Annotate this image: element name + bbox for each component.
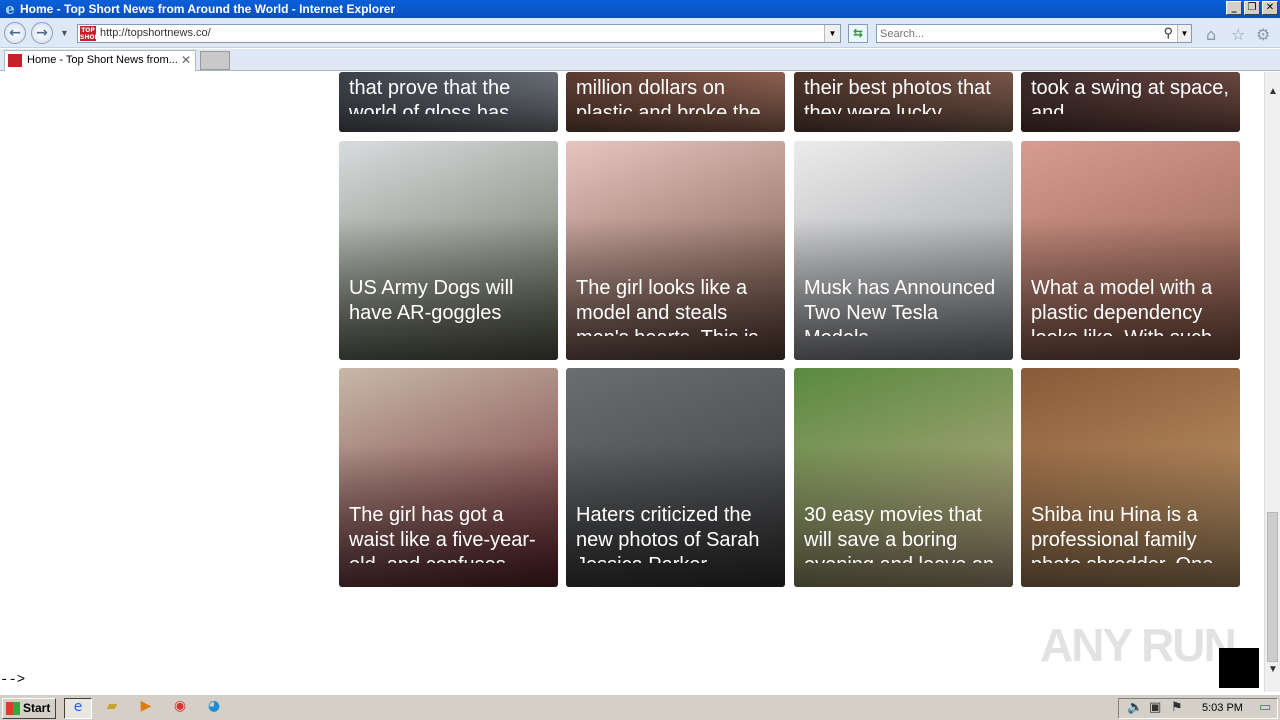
news-card-headline[interactable]: The girl has got a waist like a five-yea… — [349, 503, 550, 563]
tab-label: Home - Top Short News from... — [27, 54, 178, 66]
news-card-headline[interactable]: Haters criticized the new photos of Sara… — [576, 503, 777, 563]
news-card[interactable]: that prove that the world of gloss has — [339, 72, 558, 132]
taskbar-folder-icon[interactable]: ▰ — [98, 698, 126, 719]
forward-button[interactable]: → — [31, 22, 53, 44]
window-title: Home - Top Short News from Around the Wo… — [20, 2, 396, 16]
search-dropdown-icon[interactable]: ▼ — [1177, 25, 1191, 42]
action-center-flag-icon[interactable]: ⚑ — [1171, 700, 1183, 715]
news-card-headline[interactable]: their best photos that they were lucky — [804, 76, 1005, 114]
news-card[interactable]: Haters criticized the new photos of Sara… — [566, 368, 785, 587]
overlay-black-square — [1219, 648, 1259, 688]
news-card-headline[interactable]: US Army Dogs will have AR-goggles — [349, 276, 550, 336]
window-controls: _ ❐ ✕ — [1226, 1, 1278, 15]
page-viewport: that prove that the world of gloss has mi… — [0, 72, 1264, 692]
tab-favicon — [8, 54, 22, 67]
network-icon[interactable]: ▣ — [1149, 700, 1161, 715]
news-card[interactable]: US Army Dogs will have AR-goggles — [339, 141, 558, 360]
refresh-icon[interactable]: ⇆ — [848, 24, 868, 43]
scroll-up-icon[interactable]: ▲ — [1265, 84, 1280, 100]
search-icon[interactable]: ⚲ — [1163, 25, 1173, 41]
search-input[interactable] — [880, 26, 1150, 41]
taskbar: Start e ▰ ▶ ◉ ◕ 🔈 ▣ ⚑ 5:03 PM ▭ — [0, 694, 1280, 720]
windows-logo-icon — [6, 702, 20, 715]
address-dropdown-icon[interactable]: ▼ — [824, 25, 840, 42]
volume-icon[interactable]: 🔈 — [1127, 700, 1143, 715]
tab-strip: Home - Top Short News from... ✕ — [0, 49, 1280, 71]
news-card[interactable]: Musk has Announced Two New Tesla Models — [794, 141, 1013, 360]
news-card-headline[interactable]: Shiba inu Hina is a professional family … — [1031, 503, 1232, 563]
address-bar[interactable]: TOP SHORT http://topshortnews.co/ ▼ — [77, 24, 841, 43]
show-desktop-icon[interactable]: ▭ — [1259, 700, 1271, 715]
start-label: Start — [23, 701, 51, 715]
internet-explorer-icon: e — [5, 0, 15, 18]
taskbar-media-player-icon[interactable]: ▶ — [132, 698, 160, 719]
system-tray: 🔈 ▣ ⚑ 5:03 PM ▭ — [1118, 698, 1278, 719]
search-box[interactable]: ⚲ ▼ — [876, 24, 1192, 43]
news-card[interactable]: Shiba inu Hina is a professional family … — [1021, 368, 1240, 587]
news-card[interactable]: The girl looks like a model and steals m… — [566, 141, 785, 360]
new-tab-button[interactable] — [200, 51, 230, 70]
gear-icon[interactable]: ⚙ — [1256, 25, 1270, 44]
history-dropdown-icon[interactable]: ▼ — [60, 28, 69, 38]
anyrun-watermark: ANY RUN — [1040, 619, 1237, 671]
stray-comment-text: --> — [0, 672, 26, 688]
news-card[interactable]: 30 easy movies that will save a boring e… — [794, 368, 1013, 587]
taskbar-internet-explorer-icon[interactable]: e — [64, 698, 92, 719]
title-bar: e Home - Top Short News from Around the … — [0, 0, 1280, 18]
restore-button[interactable]: ❐ — [1244, 1, 1260, 15]
news-card[interactable]: million dollars on plastic and broke the — [566, 72, 785, 132]
tab-close-icon[interactable]: ✕ — [181, 53, 191, 67]
favorites-star-icon[interactable]: ☆ — [1231, 25, 1245, 44]
news-card-headline[interactable]: What a model with a plastic dependency l… — [1031, 276, 1232, 336]
news-card-headline[interactable]: Musk has Announced Two New Tesla Models — [804, 276, 1005, 336]
home-icon[interactable]: ⌂ — [1206, 25, 1216, 44]
news-card[interactable]: took a swing at space, and — [1021, 72, 1240, 132]
address-url[interactable]: http://topshortnews.co/ — [100, 27, 211, 39]
news-card-headline[interactable]: million dollars on plastic and broke the — [576, 76, 777, 114]
news-card-headline[interactable]: that prove that the world of gloss has — [349, 76, 550, 114]
taskbar-edge-icon[interactable]: ◕ — [200, 698, 228, 719]
scroll-thumb[interactable] — [1267, 512, 1278, 662]
back-button[interactable]: ← — [4, 22, 26, 44]
news-card-headline[interactable]: 30 easy movies that will save a boring e… — [804, 503, 1005, 563]
scroll-down-icon[interactable]: ▼ — [1265, 662, 1280, 678]
news-card[interactable]: The girl has got a waist like a five-yea… — [339, 368, 558, 587]
news-card-headline[interactable]: The girl looks like a model and steals m… — [576, 276, 777, 336]
close-button[interactable]: ✕ — [1262, 1, 1278, 15]
taskbar-chrome-icon[interactable]: ◉ — [166, 698, 194, 719]
taskbar-clock: 5:03 PM — [1202, 702, 1243, 714]
tab-home[interactable]: Home - Top Short News from... ✕ — [4, 50, 196, 71]
minimize-button[interactable]: _ — [1226, 1, 1242, 15]
site-favicon: TOP SHORT — [80, 26, 103, 41]
start-button[interactable]: Start — [2, 698, 56, 719]
vertical-scrollbar[interactable]: ▲ ▼ — [1264, 72, 1280, 692]
news-card[interactable]: their best photos that they were lucky — [794, 72, 1013, 132]
news-card[interactable]: What a model with a plastic dependency l… — [1021, 141, 1240, 360]
news-card-headline[interactable]: took a swing at space, and — [1031, 76, 1232, 114]
